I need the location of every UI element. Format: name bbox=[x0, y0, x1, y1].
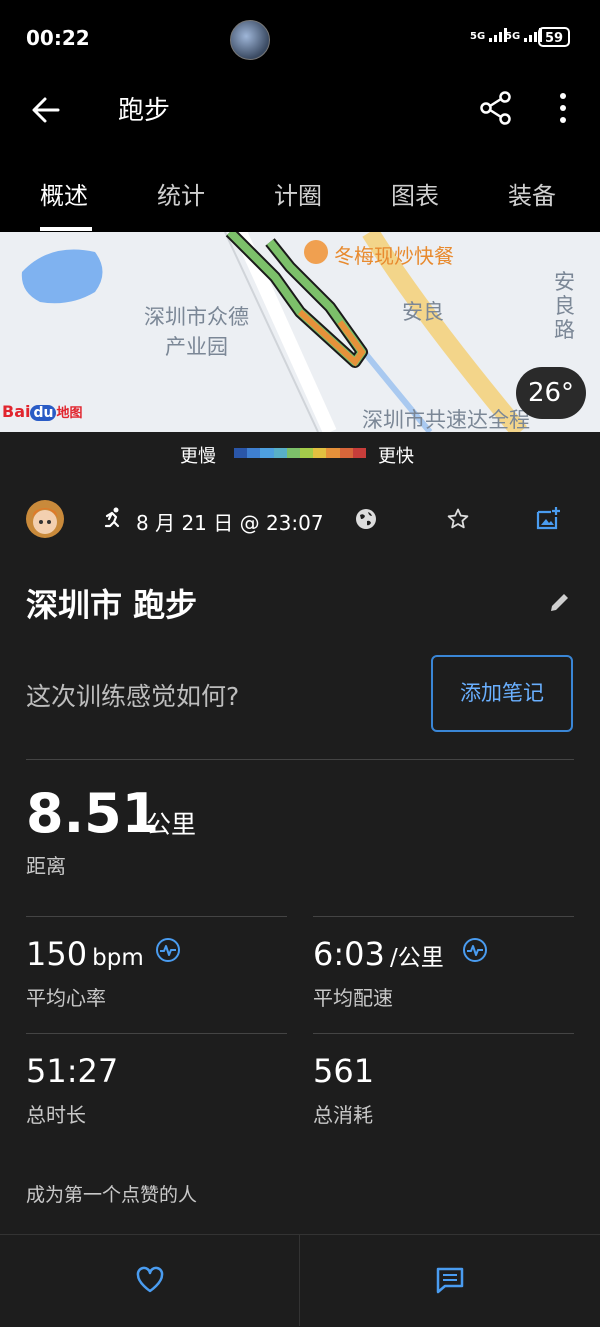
tab-gear[interactable]: 装备 bbox=[508, 176, 556, 211]
heart-icon bbox=[136, 1266, 164, 1293]
status-time: 00:22 bbox=[26, 26, 90, 50]
baidu-map-logo: Bai du 地图 bbox=[2, 402, 83, 421]
share-icon bbox=[480, 91, 511, 125]
signal-5g-icon: 5G bbox=[505, 28, 542, 42]
edit-icon[interactable] bbox=[548, 590, 572, 614]
divider bbox=[313, 1033, 574, 1034]
page-title: 跑步 bbox=[118, 96, 171, 126]
map-label-anliang: 安良 bbox=[402, 300, 444, 324]
avg-pace-unit: /公里 bbox=[389, 945, 444, 971]
tab-charts[interactable]: 图表 bbox=[391, 176, 439, 211]
avg-hr-stat[interactable]: 150 bpm bbox=[26, 935, 144, 973]
active-tab-indicator bbox=[40, 227, 92, 231]
battery-icon: 59 bbox=[538, 27, 570, 47]
notification-avatar-icon bbox=[230, 20, 270, 60]
tab-laps[interactable]: 计圈 bbox=[274, 176, 322, 211]
star-icon[interactable] bbox=[446, 507, 470, 531]
add-note-button[interactable]: 添加笔记 bbox=[431, 655, 573, 732]
route-map[interactable]: 冬梅现炒快餐 深圳市众德 产业园 安良 安 良 路 深圳市共速达全程 bbox=[0, 232, 600, 432]
more-options-button[interactable] bbox=[548, 90, 578, 126]
distance-unit: 公里 bbox=[146, 810, 197, 839]
map-poi-restaurant: 冬梅现炒快餐 bbox=[334, 244, 454, 268]
bottom-action-bar bbox=[0, 1234, 600, 1327]
speed-color-legend bbox=[234, 448, 367, 458]
likes-text: 成为第一个点赞的人 bbox=[26, 1184, 198, 1206]
avg-pace-label: 平均配速 bbox=[313, 986, 393, 1010]
activity-title: 深圳市 跑步 bbox=[26, 586, 198, 624]
legend-slower-label: 更慢 bbox=[180, 446, 216, 467]
avg-hr-value: 150 bbox=[26, 935, 88, 973]
divider bbox=[26, 759, 574, 760]
feeling-prompt: 这次训练感觉如何? bbox=[26, 682, 240, 711]
comment-icon bbox=[436, 1267, 464, 1294]
tab-stats[interactable]: 统计 bbox=[157, 176, 205, 211]
duration-label: 总时长 bbox=[26, 1103, 86, 1127]
running-icon bbox=[100, 506, 126, 532]
distance-label: 距离 bbox=[26, 854, 66, 878]
calories-label: 总消耗 bbox=[313, 1103, 373, 1127]
activity-datetime: 8 月 21 日 @ 23:07 bbox=[136, 511, 324, 535]
divider bbox=[299, 1234, 300, 1326]
calories-value: 561 bbox=[313, 1052, 375, 1090]
heart-rate-zone-icon[interactable] bbox=[155, 937, 181, 963]
map-label-road: 安 良 路 bbox=[554, 270, 575, 342]
temperature-badge: 26° bbox=[516, 367, 586, 419]
avg-hr-label: 平均心率 bbox=[26, 986, 106, 1010]
signal-5g-icon: 5G bbox=[470, 28, 507, 42]
avg-pace-stat[interactable]: 6:03 /公里 bbox=[313, 935, 444, 973]
duration-value: 51:27 bbox=[26, 1052, 119, 1090]
tab-overview[interactable]: 概述 bbox=[40, 176, 88, 211]
distance-value: 8.51 bbox=[26, 782, 160, 845]
legend-faster-label: 更快 bbox=[378, 446, 414, 467]
map-label-company: 深圳市共速达全程 bbox=[362, 408, 530, 432]
like-button[interactable] bbox=[134, 1264, 166, 1296]
divider bbox=[313, 916, 574, 917]
more-vert-icon bbox=[560, 93, 566, 123]
divider bbox=[26, 1033, 287, 1034]
divider bbox=[26, 916, 287, 917]
map-label-park: 深圳市众德 产业园 bbox=[144, 305, 249, 359]
back-button[interactable] bbox=[26, 90, 66, 130]
user-avatar[interactable] bbox=[26, 500, 64, 538]
arrow-left-icon bbox=[32, 97, 60, 123]
pace-zone-icon[interactable] bbox=[462, 937, 488, 963]
avg-pace-value: 6:03 bbox=[313, 935, 385, 973]
add-photo-icon[interactable] bbox=[535, 505, 561, 531]
globe-icon[interactable] bbox=[354, 507, 378, 531]
share-button[interactable] bbox=[478, 90, 514, 126]
comment-button[interactable] bbox=[434, 1264, 466, 1296]
avg-hr-unit: bpm bbox=[92, 945, 144, 971]
